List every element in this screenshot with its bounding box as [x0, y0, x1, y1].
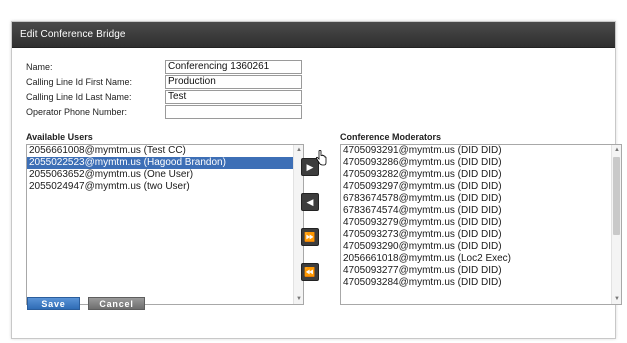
list-item[interactable]: 4705093273@mymtm.us (DID DID)	[341, 229, 621, 241]
operator-phone-label: Operator Phone Number:	[26, 107, 128, 117]
save-button[interactable]: Save	[27, 297, 80, 310]
list-item[interactable]: 4705093297@mymtm.us (DID DID)	[341, 181, 621, 193]
arrow-right-icon: ▶	[306, 162, 314, 172]
remove-moderator-button[interactable]: ◀	[301, 193, 319, 211]
last-name-field[interactable]: Test	[165, 90, 302, 104]
moderators-scrollbar[interactable]: ▲ ▼	[611, 145, 621, 304]
scroll-up-icon[interactable]: ▲	[295, 146, 303, 154]
name-field[interactable]: Conferencing 1360261	[165, 60, 302, 74]
dialog-titlebar: Edit Conference Bridge	[12, 22, 615, 48]
available-users-list[interactable]: 2056661008@mymtm.us (Test CC) 2055022523…	[26, 144, 304, 305]
cancel-button[interactable]: Cancel	[88, 297, 145, 310]
list-item[interactable]: 2055063652@mymtm.us (One User)	[27, 169, 303, 181]
arrow-left-icon: ◀	[306, 197, 314, 207]
list-item[interactable]: 4705093291@mymtm.us (DID DID)	[341, 145, 621, 157]
first-name-field[interactable]: Production	[165, 75, 302, 89]
double-arrow-right-icon: ⏩	[304, 232, 316, 242]
dialog-title: Edit Conference Bridge	[20, 29, 126, 40]
operator-phone-field[interactable]	[165, 105, 302, 119]
list-item[interactable]: 2055024947@mymtm.us (two User)	[27, 181, 303, 193]
conference-moderators-label: Conference Moderators	[340, 132, 442, 142]
list-item[interactable]: 2056661018@mymtm.us (Loc2 Exec)	[341, 253, 621, 265]
hand-cursor-icon	[315, 150, 327, 166]
list-item[interactable]: 6783674574@mymtm.us (DID DID)	[341, 205, 621, 217]
list-item[interactable]: 6783674578@mymtm.us (DID DID)	[341, 193, 621, 205]
list-item[interactable]: 4705093277@mymtm.us (DID DID)	[341, 265, 621, 277]
list-item[interactable]: 4705093284@mymtm.us (DID DID)	[341, 277, 621, 289]
available-users-label: Available Users	[26, 132, 93, 142]
add-all-moderators-button[interactable]: ⏩	[301, 228, 319, 246]
name-label: Name:	[26, 62, 53, 72]
first-name-label: Calling Line Id First Name:	[26, 77, 133, 87]
list-item[interactable]: 2056661008@mymtm.us (Test CC)	[27, 145, 303, 157]
scroll-down-icon[interactable]: ▼	[613, 295, 621, 303]
double-arrow-left-icon: ⏪	[304, 267, 316, 277]
scroll-down-icon[interactable]: ▼	[295, 295, 303, 303]
list-item[interactable]: 4705093290@mymtm.us (DID DID)	[341, 241, 621, 253]
list-item[interactable]: 2055022523@mymtm.us (Hagood Brandon)	[27, 157, 303, 169]
scroll-up-icon[interactable]: ▲	[613, 146, 621, 154]
conference-moderators-list[interactable]: 4705093291@mymtm.us (DID DID) 4705093286…	[340, 144, 622, 305]
scrollbar-thumb[interactable]	[613, 157, 620, 235]
list-item[interactable]: 4705093286@mymtm.us (DID DID)	[341, 157, 621, 169]
list-item[interactable]: 4705093279@mymtm.us (DID DID)	[341, 217, 621, 229]
remove-all-moderators-button[interactable]: ⏪	[301, 263, 319, 281]
last-name-label: Calling Line Id Last Name:	[26, 92, 132, 102]
list-item[interactable]: 4705093282@mymtm.us (DID DID)	[341, 169, 621, 181]
